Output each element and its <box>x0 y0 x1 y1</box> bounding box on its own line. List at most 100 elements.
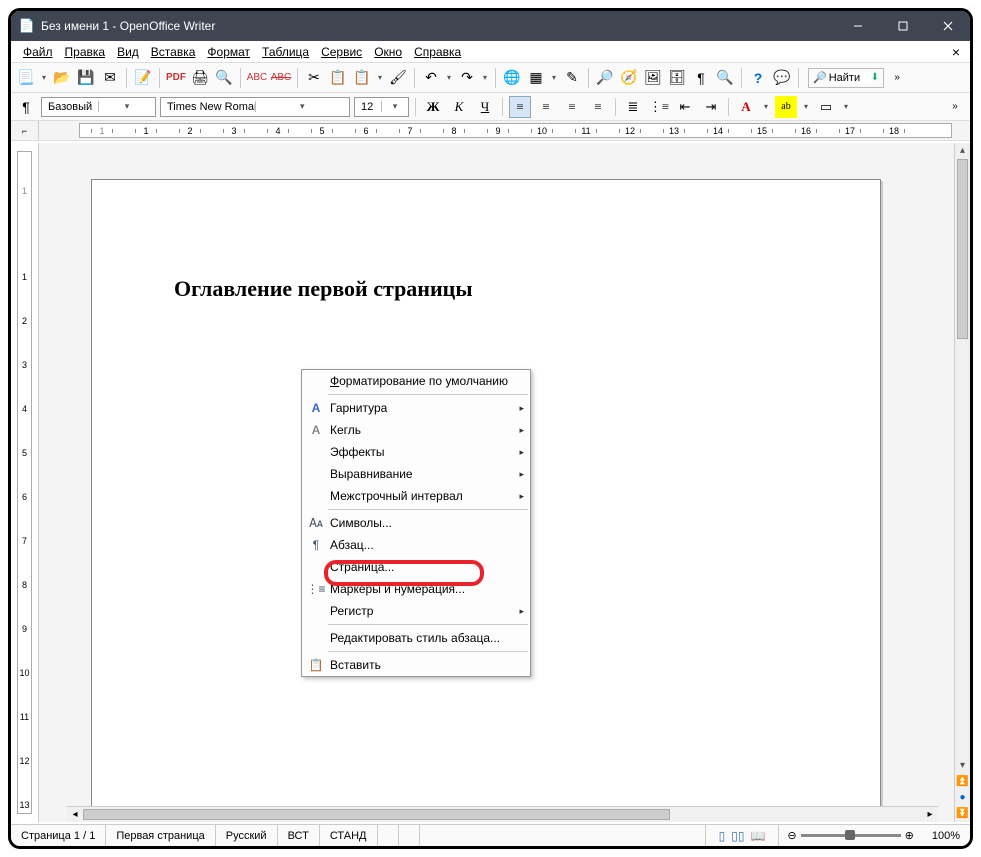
gallery-icon[interactable]: 🖼 <box>642 67 664 89</box>
cm-typeface[interactable]: A Гарнитура▸ <box>302 397 530 419</box>
font-name-combo[interactable]: Times New Roman▾ <box>160 97 350 117</box>
whatsthis-icon[interactable]: 💬 <box>771 67 793 89</box>
find-input[interactable] <box>829 72 871 84</box>
hyperlink-icon[interactable]: 🌐 <box>501 67 523 89</box>
menu-window[interactable]: Окно <box>368 43 408 61</box>
view-layout-buttons[interactable]: ▯ ▯▯ 📖 <box>706 825 780 846</box>
indent-increase-button[interactable]: ⇥ <box>700 96 722 118</box>
single-page-icon[interactable]: ▯ <box>719 829 726 843</box>
cm-edit-para-style[interactable]: Редактировать стиль абзаца... <box>302 627 530 649</box>
table-dropdown[interactable]: ▾ <box>549 73 559 82</box>
underline-button[interactable]: Ч <box>474 96 496 118</box>
styles-dialog-icon[interactable]: ¶ <box>15 96 37 118</box>
bullets-button[interactable]: ⋮≡ <box>648 96 670 118</box>
nonprinting-icon[interactable]: ¶ <box>690 67 712 89</box>
cut-icon[interactable]: ✂ <box>303 67 325 89</box>
document-heading[interactable]: Оглавление первой страницы <box>174 276 473 302</box>
help-icon[interactable]: ? <box>747 67 769 89</box>
font-color-dropdown[interactable]: ▾ <box>761 102 771 111</box>
menu-view[interactable]: Вид <box>111 43 145 61</box>
find-replace-icon[interactable]: 🔎 <box>594 67 616 89</box>
zoom-out-icon[interactable]: ⊖ <box>787 829 796 842</box>
menu-insert[interactable]: Вставка <box>145 43 202 61</box>
save-icon[interactable]: 💾 <box>75 67 97 89</box>
navigator-icon[interactable]: 🧭 <box>618 67 640 89</box>
cm-effects[interactable]: Эффекты▸ <box>302 441 530 463</box>
page-down-icon[interactable]: ⏬ <box>955 806 970 822</box>
menu-table[interactable]: Таблица <box>256 43 315 61</box>
highlight-dropdown[interactable]: ▾ <box>801 102 811 111</box>
nav-object-icon[interactable]: ● <box>955 790 970 806</box>
zoom-track[interactable] <box>801 834 901 837</box>
spellcheck-icon[interactable]: ABC <box>246 67 268 89</box>
scroll-right-icon[interactable]: ▸ <box>922 807 938 822</box>
align-center-button[interactable]: ≡ <box>535 96 557 118</box>
font-size-combo[interactable]: 12▾ <box>354 97 409 117</box>
menu-tools[interactable]: Сервис <box>315 43 368 61</box>
undo-dropdown[interactable]: ▾ <box>444 73 454 82</box>
status-page[interactable]: Страница 1 / 1 <box>11 825 106 846</box>
bgcolor-dropdown[interactable]: ▾ <box>841 102 851 111</box>
toolbar-overflow-icon[interactable]: » <box>886 67 908 89</box>
maximize-button[interactable] <box>880 11 925 41</box>
book-view-icon[interactable]: 📖 <box>750 829 765 843</box>
redo-icon[interactable]: ↷ <box>456 67 478 89</box>
preview-icon[interactable]: 🔍 <box>213 67 235 89</box>
scroll-up-icon[interactable]: ▴ <box>955 143 970 159</box>
numbering-button[interactable]: ≣ <box>622 96 644 118</box>
cm-linespacing[interactable]: Межстрочный интервал▸ <box>302 485 530 507</box>
align-left-button[interactable]: ≡ <box>509 96 531 118</box>
table-icon[interactable]: ▦ <box>525 67 547 89</box>
print-icon[interactable]: 🖨 <box>189 67 211 89</box>
scroll-down-icon[interactable]: ▾ <box>955 758 970 774</box>
cm-paste[interactable]: 📋 Вставить <box>302 654 530 676</box>
zoom-thumb[interactable] <box>845 830 855 840</box>
scroll-left-icon[interactable]: ◂ <box>67 807 83 822</box>
menu-file[interactable]: Файл <box>17 43 59 61</box>
datasources-icon[interactable]: 🗄 <box>666 67 688 89</box>
align-justify-button[interactable]: ≡ <box>587 96 609 118</box>
copy-icon[interactable]: 📋 <box>327 67 349 89</box>
close-button[interactable] <box>925 11 970 41</box>
redo-dropdown[interactable]: ▾ <box>480 73 490 82</box>
cm-case[interactable]: Регистр▸ <box>302 600 530 622</box>
new-icon[interactable]: 📃 <box>15 67 37 89</box>
paste-dropdown[interactable]: ▾ <box>375 73 385 82</box>
minimize-button[interactable] <box>835 11 880 41</box>
cm-size[interactable]: A Кегль▸ <box>302 419 530 441</box>
mail-icon[interactable]: ✉ <box>99 67 121 89</box>
cm-bullets[interactable]: ⋮≡ Маркеры и нумерация... <box>302 578 530 600</box>
document-close-icon[interactable]: × <box>948 44 964 60</box>
cm-paragraph[interactable]: ¶ Абзац... <box>302 534 530 556</box>
font-color-button[interactable]: A <box>735 96 757 118</box>
drawing-icon[interactable]: ✎ <box>561 67 583 89</box>
format-brush-icon[interactable]: 🖌 <box>387 67 409 89</box>
format-overflow-icon[interactable]: » <box>944 96 966 118</box>
status-selection-mode[interactable]: СТАНД <box>320 825 378 846</box>
new-dropdown[interactable]: ▾ <box>39 73 49 82</box>
cm-align[interactable]: Выравнивание▸ <box>302 463 530 485</box>
menu-format[interactable]: Формат <box>201 43 256 61</box>
italic-button[interactable]: К <box>448 96 470 118</box>
pdf-icon[interactable]: PDF <box>165 67 187 89</box>
status-zoom[interactable]: 100% <box>922 825 970 846</box>
status-language[interactable]: Русский <box>216 825 278 846</box>
highlight-button[interactable]: ab <box>775 96 797 118</box>
multi-page-icon[interactable]: ▯▯ <box>731 829 744 843</box>
cm-page[interactable]: Страница... <box>302 556 530 578</box>
horizontal-scrollbar[interactable]: ◂ ▸ <box>67 806 938 822</box>
paste-icon[interactable]: 📋 <box>351 67 373 89</box>
status-page-style[interactable]: Первая страница <box>106 825 215 846</box>
hscroll-thumb[interactable] <box>83 809 670 820</box>
find-next-icon[interactable]: ⬇ <box>871 72 879 83</box>
vertical-scrollbar[interactable]: ▴ ▾ ⏫ ● ⏬ <box>954 143 970 822</box>
menu-edit[interactable]: Правка <box>59 43 112 61</box>
status-insert-mode[interactable]: ВСТ <box>278 825 320 846</box>
cm-default-format[interactable]: ФФорматирование по умолчаниюорматировани… <box>302 370 530 392</box>
align-right-button[interactable]: ≡ <box>561 96 583 118</box>
undo-icon[interactable]: ↶ <box>420 67 442 89</box>
open-icon[interactable]: 📂 <box>51 67 73 89</box>
bold-button[interactable]: Ж <box>422 96 444 118</box>
cm-characters[interactable]: 🗛 Символы... <box>302 512 530 534</box>
zoom-slider[interactable]: ⊖ ⊕ <box>779 829 921 842</box>
